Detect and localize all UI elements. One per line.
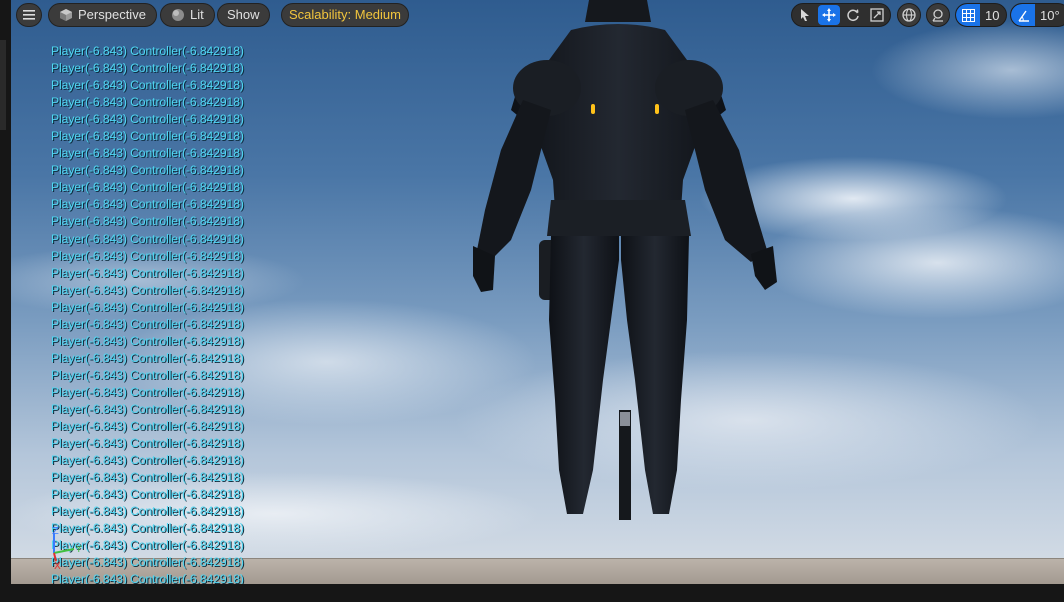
translate-tool-button[interactable] [818, 5, 840, 25]
scale-icon [870, 8, 884, 22]
world-local-toggle[interactable] [897, 3, 921, 27]
rotation-snap-value[interactable]: 10° [1035, 8, 1064, 23]
log-line: Player(-6.843) Controller(-6.842918) [51, 572, 244, 584]
rotation-snap-toggle[interactable] [1011, 4, 1035, 26]
grid-icon [961, 8, 975, 22]
sphere-icon [171, 8, 185, 22]
perspective-button[interactable]: Perspective [48, 3, 157, 27]
rotate-tool-button[interactable] [842, 5, 864, 25]
log-line: Player(-6.843) Controller(-6.842918) [51, 95, 244, 110]
grid-snap-toggle[interactable] [956, 4, 980, 26]
view-mode-button[interactable]: Lit [160, 3, 215, 27]
rotate-icon [847, 9, 859, 22]
angle-icon [1017, 10, 1029, 22]
log-line: Player(-6.843) Controller(-6.842918) [51, 453, 244, 468]
log-line: Player(-6.843) Controller(-6.842918) [51, 504, 244, 519]
log-line: Player(-6.843) Controller(-6.842918) [51, 384, 244, 399]
select-tool-button[interactable] [794, 5, 816, 25]
cube-icon [59, 8, 73, 22]
log-line: Player(-6.843) Controller(-6.842918) [51, 112, 244, 127]
left-panel-edge [0, 0, 11, 602]
status-bar [0, 584, 1064, 602]
grid-snap-value[interactable]: 10 [980, 8, 1004, 23]
globe-icon [902, 8, 916, 22]
log-line: Player(-6.843) Controller(-6.842918) [51, 299, 244, 314]
log-line: Player(-6.843) Controller(-6.842918) [51, 316, 244, 331]
log-line: Player(-6.843) Controller(-6.842918) [51, 163, 244, 178]
lit-label: Lit [190, 7, 204, 22]
axis-gizmo: Z Y X [52, 527, 82, 571]
transform-tools [791, 3, 891, 27]
log-line: Player(-6.843) Controller(-6.842918) [51, 197, 244, 212]
log-line: Player(-6.843) Controller(-6.842918) [51, 129, 244, 144]
log-line: Player(-6.843) Controller(-6.842918) [51, 436, 244, 451]
log-line: Player(-6.843) Controller(-6.842918) [51, 367, 244, 382]
scale-tool-button[interactable] [866, 5, 888, 25]
level-viewport[interactable]: Player(-6.843) Controller(-6.842918) Play… [11, 0, 1064, 584]
show-label: Show [227, 7, 260, 22]
log-line: Player(-6.843) Controller(-6.842918) [51, 470, 244, 485]
log-line: Player(-6.843) Controller(-6.842918) [51, 248, 244, 263]
grid-snap-group: 10 [955, 3, 1007, 27]
surface-snap-icon [932, 9, 943, 22]
perspective-label: Perspective [78, 7, 146, 22]
log-line: Player(-6.843) Controller(-6.842918) [51, 487, 244, 502]
rotation-snap-group: 10° [1010, 3, 1064, 27]
log-line: Player(-6.843) Controller(-6.842918) [51, 265, 244, 280]
viewport-options-button[interactable] [16, 3, 42, 27]
log-line: Player(-6.843) Controller(-6.842918) [51, 401, 244, 416]
axis-y-label: Y [75, 545, 82, 555]
axis-z-label: Z [52, 527, 59, 537]
log-line: Player(-6.843) Controller(-6.842918) [51, 282, 244, 297]
log-line: Player(-6.843) Controller(-6.842918) [51, 419, 244, 434]
log-line: Player(-6.843) Controller(-6.842918) [51, 231, 244, 246]
move-icon [822, 8, 836, 22]
log-line: Player(-6.843) Controller(-6.842918) [51, 78, 244, 93]
log-line: Player(-6.843) Controller(-6.842918) [51, 61, 244, 76]
log-line: Player(-6.843) Controller(-6.842918) [51, 44, 244, 58]
surface-snap-button[interactable] [926, 3, 950, 27]
armored-character[interactable] [451, 0, 791, 520]
scalability-button[interactable]: Scalability: Medium [281, 3, 409, 27]
debug-log: Player(-6.843) Controller(-6.842918) Play… [51, 43, 244, 584]
cursor-icon [801, 9, 809, 21]
log-line: Player(-6.843) Controller(-6.842918) [51, 146, 244, 161]
axis-x-label: X [54, 561, 61, 571]
show-button[interactable]: Show [217, 3, 270, 27]
panel-scrollbar[interactable] [0, 40, 6, 130]
log-line: Player(-6.843) Controller(-6.842918) [51, 350, 244, 365]
log-line: Player(-6.843) Controller(-6.842918) [51, 180, 244, 195]
log-line: Player(-6.843) Controller(-6.842918) [51, 214, 244, 229]
scalability-label: Scalability: Medium [289, 7, 401, 22]
log-line: Player(-6.843) Controller(-6.842918) [51, 333, 244, 348]
hamburger-icon [23, 10, 35, 20]
